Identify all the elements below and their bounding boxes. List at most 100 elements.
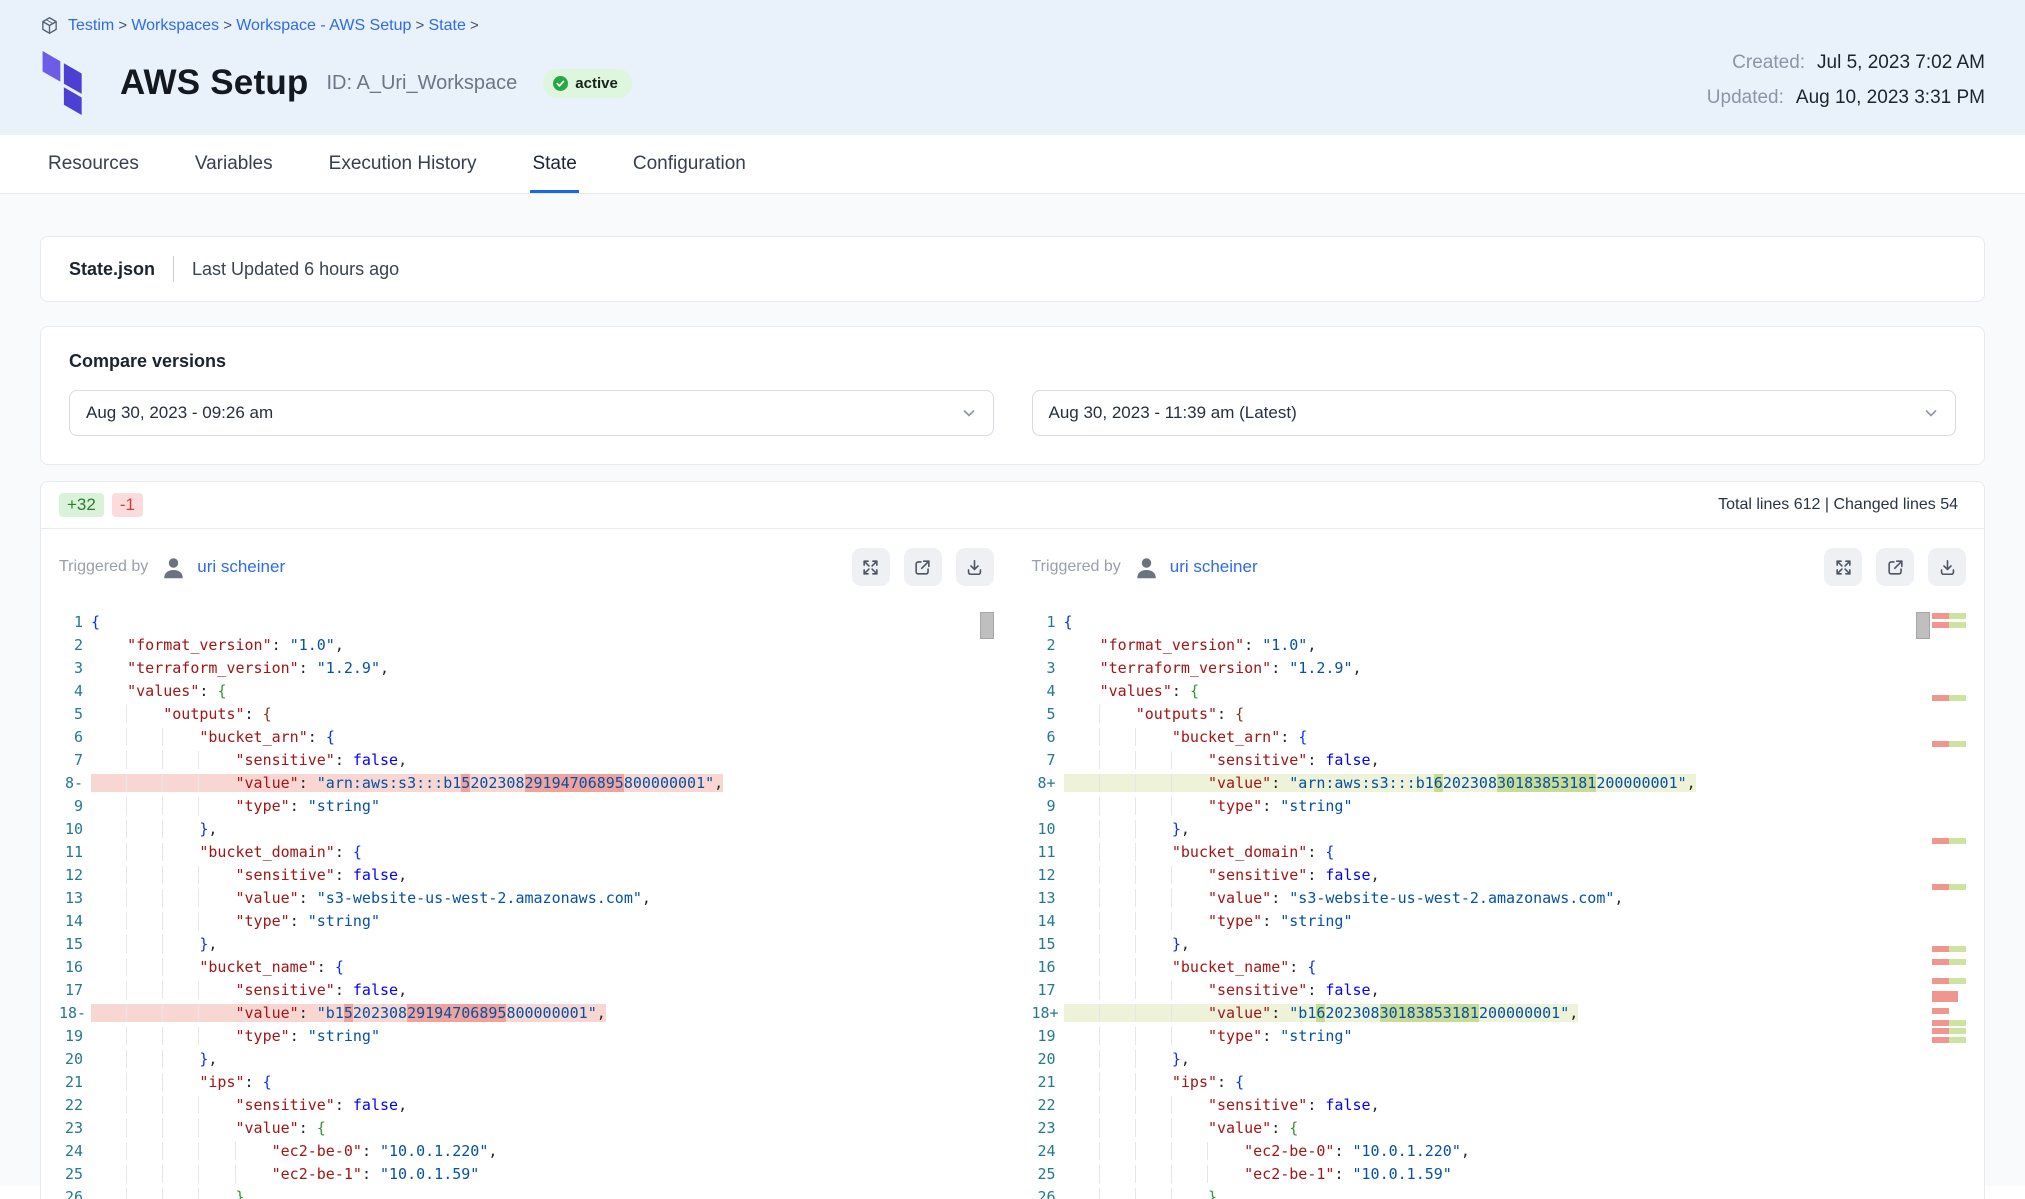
indent-guide <box>1099 1119 1136 1137</box>
expand-button[interactable] <box>1824 548 1862 586</box>
indent-guide <box>162 728 199 746</box>
triggered-by-user-link[interactable]: uri scheiner <box>1170 557 1258 577</box>
indent-guide <box>1135 935 1172 953</box>
code-line: 22 "sensitive": false, <box>1032 1094 1931 1117</box>
diff-ruler-mark <box>1932 613 1966 619</box>
breadcrumb-link[interactable]: Workspaces <box>131 17 219 34</box>
code-token: "value" <box>236 889 299 907</box>
indent-guide <box>126 889 163 907</box>
diff-ruler-mark <box>1932 1008 1949 1014</box>
diff-ruler-mark <box>1932 1028 1966 1034</box>
code-token: 202308 <box>1325 1004 1379 1022</box>
tab-variables[interactable]: Variables <box>193 135 275 193</box>
code-line: 4 "values": { <box>59 680 994 703</box>
indent-guide <box>91 843 127 861</box>
code-line: 13 "value": "s3-website-us-west-2.amazon… <box>59 887 994 910</box>
code-token: , <box>1371 981 1380 999</box>
line-number: 4 <box>59 680 91 703</box>
indent-guide <box>1064 889 1100 907</box>
code-token: 800000001" <box>624 774 714 792</box>
code-token: "sensitive" <box>236 751 335 769</box>
indent-guide <box>1135 843 1172 861</box>
line-number: 1 <box>59 611 91 634</box>
code-token: "value" <box>1208 1119 1271 1137</box>
scrollbar-thumb[interactable] <box>980 612 994 639</box>
line-number: 2 <box>1032 634 1064 657</box>
indent-guide <box>126 1096 163 1114</box>
tab-state[interactable]: State <box>530 135 578 193</box>
diff-overview-ruler <box>1932 611 1966 1199</box>
line-number: 2 <box>59 634 91 657</box>
code-line: 20 }, <box>1032 1048 1931 1071</box>
breadcrumb-link[interactable]: Workspace - AWS Setup <box>236 17 411 34</box>
indent-guide <box>91 728 127 746</box>
code-token: false <box>1325 866 1370 884</box>
scrollbar-thumb[interactable] <box>1916 612 1930 639</box>
indent-guide <box>91 820 127 838</box>
line-number: 10 <box>59 818 91 841</box>
code-token: 202308 <box>470 774 524 792</box>
code-token: : <box>1271 1004 1289 1022</box>
indent-guide <box>126 1165 163 1183</box>
indent-guide <box>162 1165 199 1183</box>
download-button[interactable] <box>956 548 994 586</box>
code-line: 8+ "value": "arn:aws:s3:::b1620230830183… <box>1032 772 1931 795</box>
code-token: { <box>263 705 272 723</box>
diff-ruler-mark <box>1932 1020 1966 1026</box>
breadcrumb-link[interactable]: Testim <box>68 17 114 34</box>
indent-guide <box>1135 1050 1172 1068</box>
code-token: "terraform_version" <box>1100 659 1272 677</box>
breadcrumb-link[interactable]: State <box>428 17 465 34</box>
state-last-updated: Last Updated 6 hours ago <box>192 259 399 280</box>
code-editor-right[interactable]: 1{2 "format_version": "1.0",3 "terraform… <box>1032 611 1967 1199</box>
indent-guide <box>1064 843 1100 861</box>
code-token: , <box>380 659 389 677</box>
code-line: 25 "ec2-be-1": "10.0.1.59" <box>59 1163 994 1186</box>
code-token: : <box>1307 843 1325 861</box>
line-number: 26 <box>59 1186 91 1199</box>
indent-guide <box>162 1188 199 1199</box>
indent-guide <box>1064 935 1100 953</box>
code-editor-left[interactable]: 1{2 "format_version": "1.0",3 "terraform… <box>59 611 994 1199</box>
indent-guide <box>1171 889 1208 907</box>
open-external-button[interactable] <box>1876 548 1914 586</box>
line-number: 9 <box>59 795 91 818</box>
triggered-by-user-link[interactable]: uri scheiner <box>197 557 285 577</box>
code-token: "s3-website-us-west-2.amazonaws.com" <box>1289 889 1614 907</box>
indent-guide <box>91 1165 127 1183</box>
code-token: "format_version" <box>127 636 272 654</box>
tab-resources[interactable]: Resources <box>46 135 141 193</box>
code-token: : <box>308 728 326 746</box>
tab-configuration[interactable]: Configuration <box>631 135 748 193</box>
code-token: "10.0.1.220" <box>1353 1142 1461 1160</box>
download-button[interactable] <box>1928 548 1966 586</box>
line-number: 3 <box>59 657 91 680</box>
code-token: , <box>1687 774 1696 792</box>
code-line: 3 "terraform_version": "1.2.9", <box>1032 657 1931 680</box>
expand-button[interactable] <box>852 548 890 586</box>
right-version-select[interactable]: Aug 30, 2023 - 11:39 am (Latest) <box>1032 390 1957 436</box>
left-version-select[interactable]: Aug 30, 2023 - 09:26 am <box>69 390 994 436</box>
code-token: { <box>263 1073 272 1091</box>
divider <box>173 256 174 282</box>
line-number: 6 <box>1032 726 1064 749</box>
indent-guide <box>1064 797 1100 815</box>
download-icon <box>1938 558 1957 577</box>
code-line: 24 "ec2-be-0": "10.0.1.220", <box>1032 1140 1931 1163</box>
tab-execution-history[interactable]: Execution History <box>327 135 479 193</box>
indent-guide <box>1135 751 1172 769</box>
line-number: 11 <box>59 841 91 864</box>
indent-guide <box>198 797 235 815</box>
code-token: } <box>1172 935 1181 953</box>
code-line: 11 "bucket_domain": { <box>1032 841 1931 864</box>
line-number: 13 <box>1032 887 1064 910</box>
indent-guide <box>126 705 163 723</box>
code-token: : <box>1217 1073 1235 1091</box>
open-external-button[interactable] <box>904 548 942 586</box>
indent-guide <box>235 1165 272 1183</box>
code-token: { <box>217 682 226 700</box>
code-token: : <box>1262 797 1280 815</box>
indent-guide <box>198 751 235 769</box>
code-token: "value" <box>236 1004 299 1022</box>
indent-guide <box>1064 912 1100 930</box>
